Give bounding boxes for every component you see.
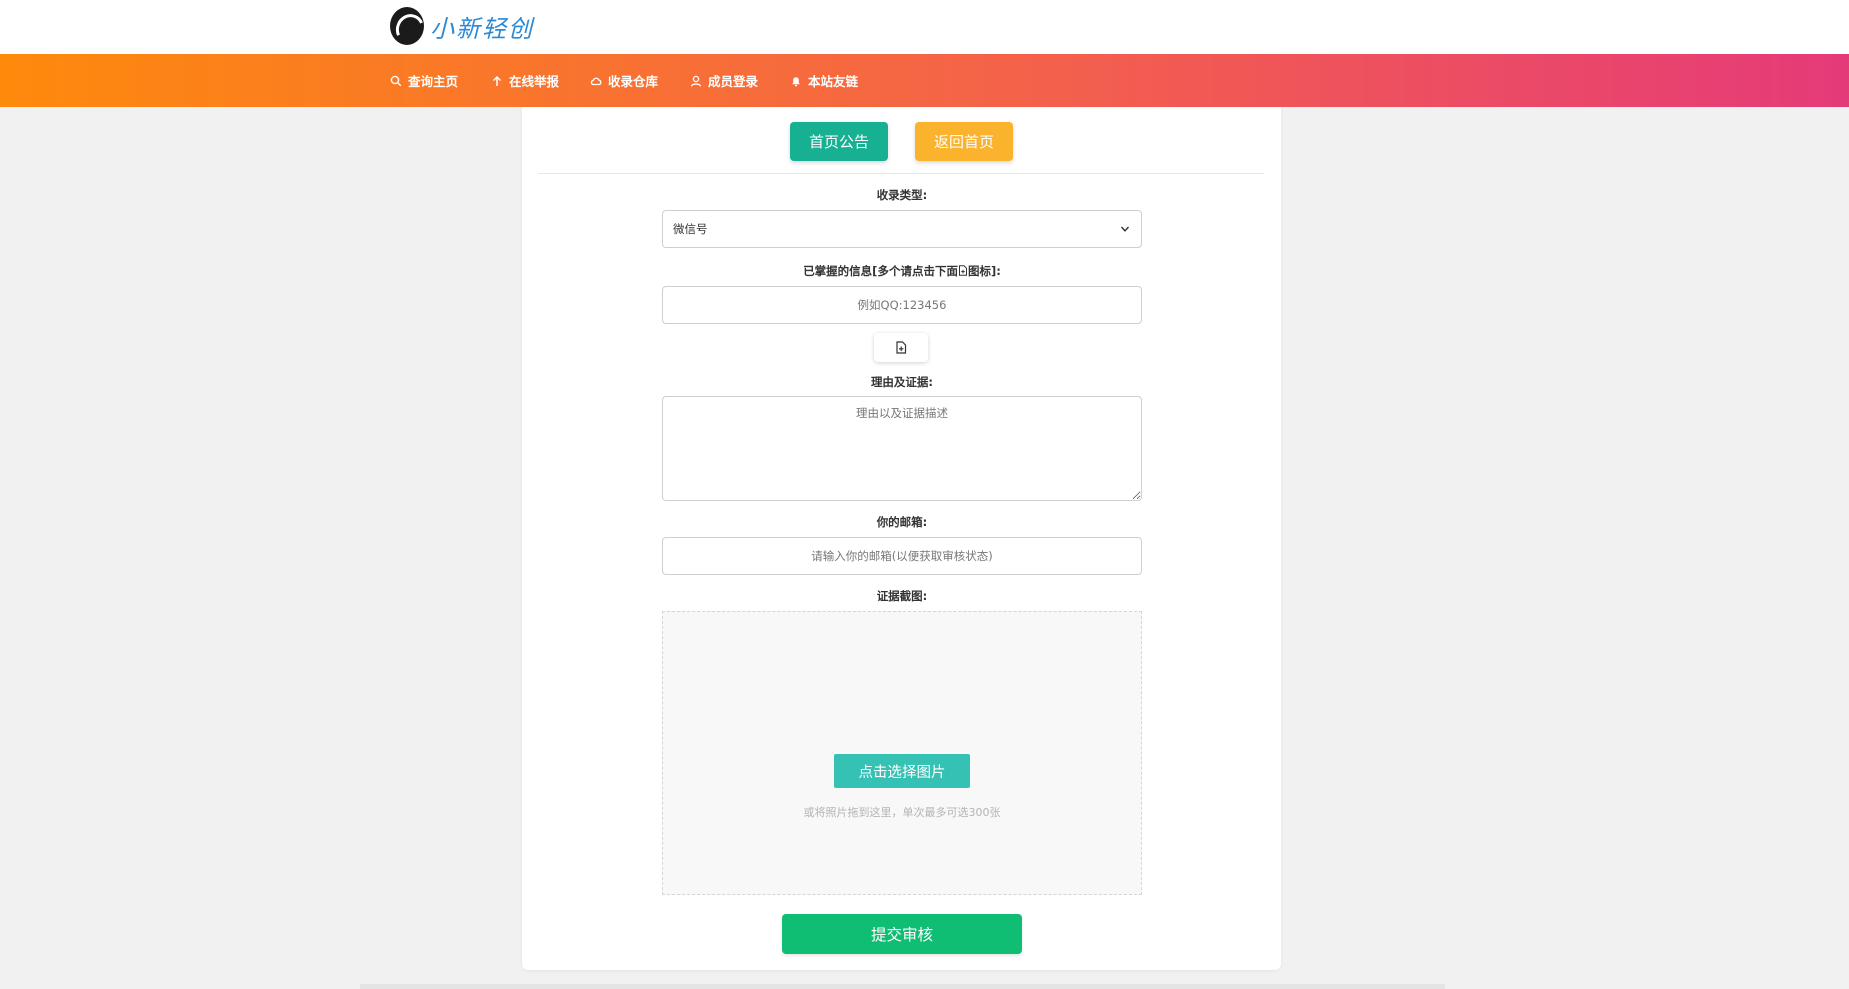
search-icon [390,75,402,86]
logo-icon [390,7,424,45]
user-icon [690,75,702,87]
screenshot-label: 证据截图: [876,589,928,603]
reason-textarea[interactable] [662,396,1142,501]
nav-item-search[interactable]: 查询主页 [390,54,458,107]
nav-label: 本站友链 [808,74,859,89]
nav-label: 查询主页 [408,74,459,89]
type-label: 收录类型: [876,188,928,202]
reason-label: 理由及证据: [870,375,934,389]
info-input[interactable] [662,286,1142,324]
bell-icon [792,76,800,86]
main-nav: 查询主页 在线举报 收录仓库 成员登录 本站友链 [0,54,1849,107]
footer-edge [360,984,1445,989]
nav-label: 成员登录 [708,74,759,89]
arrow-up-icon [492,75,502,86]
chevron-down-icon [1120,226,1130,232]
add-file-icon [896,341,907,354]
brand-logo[interactable]: 小新轻创 [390,6,534,46]
info-label-prefix: 已掌握的信息[多个请点击下面 [803,264,958,278]
type-select-value: 微信号 [673,222,708,236]
add-file-icon [958,265,967,276]
back-home-button[interactable]: 返回首页 [915,122,1013,161]
info-label: 已掌握的信息[多个请点击下面 图标]: [662,263,1142,279]
type-select[interactable]: 微信号 [662,210,1142,248]
email-label: 你的邮箱: [876,515,928,529]
site-header: 小新轻创 [0,0,1849,54]
cloud-icon [590,77,602,85]
divider [538,173,1264,174]
nav-item-links[interactable]: 本站友链 [790,54,858,107]
upload-hint: 或将照片拖到这里，单次最多可选300张 [803,806,1001,819]
submit-button[interactable]: 提交审核 [782,914,1022,954]
email-input[interactable] [662,537,1142,575]
info-label-suffix: 图标]: [967,264,1001,278]
add-info-button[interactable] [874,333,928,362]
nav-item-warehouse[interactable]: 收录仓库 [590,54,658,107]
nav-label: 收录仓库 [608,74,659,89]
nav-item-login[interactable]: 成员登录 [690,54,758,107]
nav-item-report[interactable]: 在线举报 [491,54,559,107]
announcement-button[interactable]: 首页公告 [790,122,888,161]
nav-label: 在线举报 [509,74,560,89]
choose-image-button[interactable]: 点击选择图片 [834,754,970,788]
upload-dropzone[interactable] [662,611,1142,895]
brand-name: 小新轻创 [430,14,534,43]
